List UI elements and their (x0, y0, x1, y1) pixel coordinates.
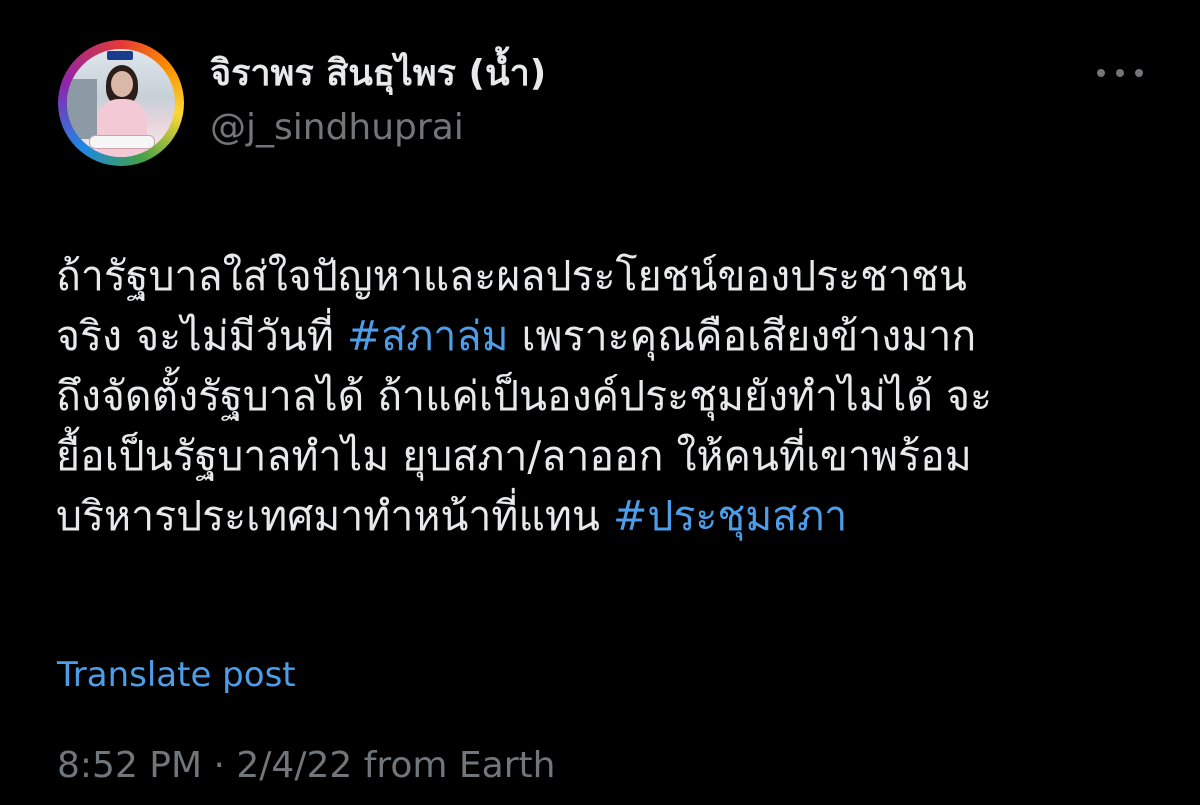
avatar[interactable] (58, 40, 184, 166)
author-display-name[interactable]: จิราพร สินธุไพร (น้ำ) (210, 52, 546, 96)
hashtag-link[interactable]: #สภาล่ม (347, 312, 509, 360)
tweet-card: จิราพร สินธุไพร (น้ำ) @j_sindhuprai ถ้าร… (0, 0, 1200, 805)
post-text-segment: ถ้ารัฐบาลใส่ใจปัญหาและผลประโยชน์ของประชา… (56, 252, 967, 300)
post-text-segment: ยื้อเป็นรัฐบาลทำไม ยุบสภา/ลาออก ให้คนที่… (56, 432, 972, 480)
post-text-segment: ถึงจัดตั้งรัฐบาลได้ ถ้าแค่เป็นองค์ประชุม… (56, 372, 993, 420)
post-text-line: ถ้ารัฐบาลใส่ใจปัญหาและผลประโยชน์ของประชา… (56, 246, 1166, 306)
translate-post-link[interactable]: Translate post (57, 652, 296, 698)
author-handle[interactable]: @j_sindhuprai (210, 106, 464, 150)
hashtag-link[interactable]: #ประชุมสภา (613, 492, 847, 540)
more-horizontal-icon (1097, 69, 1105, 77)
avatar-logo-badge (107, 51, 133, 60)
more-options-button[interactable] (1097, 66, 1143, 80)
avatar-ribbon (89, 135, 155, 149)
avatar-photo (67, 49, 175, 157)
post-text-segment: เพราะคุณคือเสียงข้างมาก (508, 312, 977, 360)
post-text-segment: จริง จะไม่มีวันที่ (56, 312, 347, 360)
post-timestamp-source[interactable]: 8:52 PM · 2/4/22 from Earth (57, 742, 555, 790)
post-text-segment: บริหารประเทศมาทำหน้าที่แทน (56, 492, 613, 540)
post-text-line: ยื้อเป็นรัฐบาลทำไม ยุบสภา/ลาออก ให้คนที่… (56, 426, 1166, 486)
post-text-line: จริง จะไม่มีวันที่ #สภาล่ม เพราะคุณคือเส… (56, 306, 1166, 366)
post-text: ถ้ารัฐบาลใส่ใจปัญหาและผลประโยชน์ของประชา… (56, 246, 1166, 546)
post-text-line: บริหารประเทศมาทำหน้าที่แทน #ประชุมสภา (56, 486, 1166, 546)
post-text-line: ถึงจัดตั้งรัฐบาลได้ ถ้าแค่เป็นองค์ประชุม… (56, 366, 1166, 426)
